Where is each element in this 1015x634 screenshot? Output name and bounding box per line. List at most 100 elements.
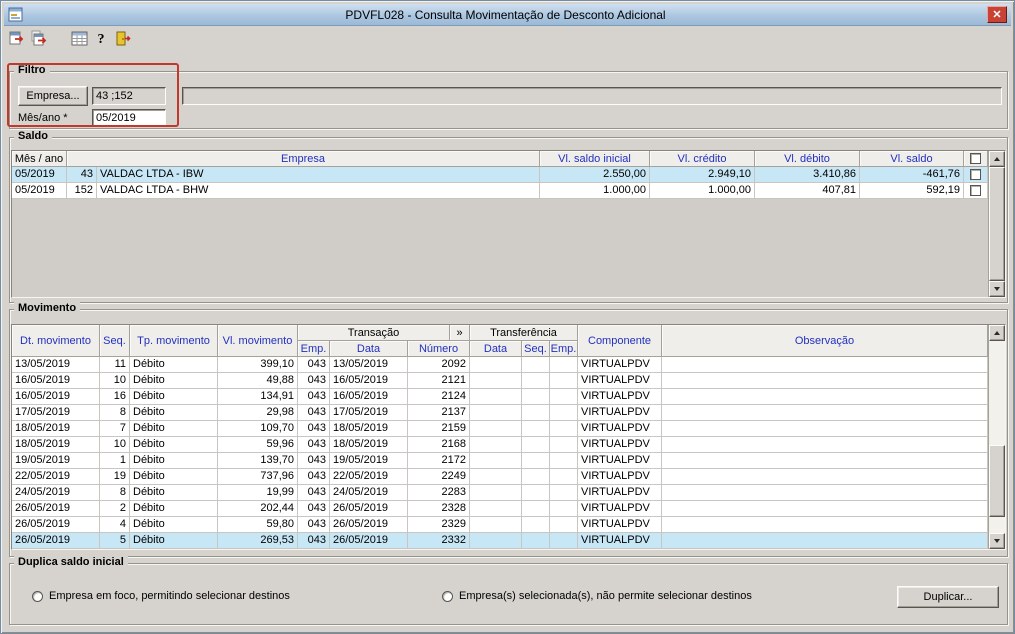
col-header-observacao[interactable]: Observação xyxy=(662,325,988,357)
col-header-saldo-inicial[interactable]: Vl. saldo inicial xyxy=(540,151,650,167)
cell-componente: VIRTUALPDV xyxy=(578,405,662,421)
toolbar-button-exit[interactable] xyxy=(112,29,134,51)
cell-observacao xyxy=(662,517,988,533)
close-button[interactable]: ✕ xyxy=(987,6,1007,23)
movimento-row[interactable]: 26/05/2019 4 Débito 59,80 043 26/05/2019… xyxy=(12,517,988,533)
empresa-descricao-field[interactable] xyxy=(182,87,1002,105)
cell-observacao xyxy=(662,533,988,549)
cell-transacao-emp: 043 xyxy=(298,437,330,453)
cell-tp-movimento: Débito xyxy=(130,533,218,549)
movimento-row[interactable]: 17/05/2019 8 Débito 29,98 043 17/05/2019… xyxy=(12,405,988,421)
movimento-row[interactable]: 19/05/2019 1 Débito 139,70 043 19/05/201… xyxy=(12,453,988,469)
cell-transacao-data: 24/05/2019 xyxy=(330,485,408,501)
cell-tp-movimento: Débito xyxy=(130,405,218,421)
movimento-scrollbar[interactable] xyxy=(988,325,1005,549)
row-checkbox[interactable] xyxy=(970,185,981,196)
duplica-legend: Duplica saldo inicial xyxy=(14,556,128,569)
title-bar[interactable]: PDVFL028 - Consulta Movimentação de Desc… xyxy=(4,4,1011,26)
cell-transferencia-seq xyxy=(522,389,550,405)
cell-observacao xyxy=(662,485,988,501)
select-all-checkbox[interactable] xyxy=(970,153,981,164)
toolbar-button-help[interactable]: ? xyxy=(90,29,112,51)
cell-tp-movimento: Débito xyxy=(130,421,218,437)
col-header-transferencia-seq[interactable]: Seq. xyxy=(522,341,550,357)
col-header-transacao-data[interactable]: Data xyxy=(330,341,408,357)
toolbar-button-transfer[interactable] xyxy=(6,29,28,51)
col-header-debito[interactable]: Vl. débito xyxy=(755,151,860,167)
saldo-scroll-down-button[interactable] xyxy=(989,281,1005,297)
saldo-row[interactable]: 05/2019 43 VALDAC LTDA - IBW 2.550,00 2.… xyxy=(12,167,988,183)
movimento-scroll-down-button[interactable] xyxy=(989,533,1005,549)
movimento-row[interactable]: 18/05/2019 7 Débito 109,70 043 18/05/201… xyxy=(12,421,988,437)
movimento-row[interactable]: 24/05/2019 8 Débito 19,99 043 24/05/2019… xyxy=(12,485,988,501)
cell-transacao-emp: 043 xyxy=(298,421,330,437)
cell-transferencia-seq xyxy=(522,469,550,485)
movimento-row[interactable]: 26/05/2019 2 Débito 202,44 043 26/05/201… xyxy=(12,501,988,517)
cell-transacao-data: 17/05/2019 xyxy=(330,405,408,421)
cell-dt-movimento: 26/05/2019 xyxy=(12,533,100,549)
movimento-row[interactable]: 26/05/2019 5 Débito 269,53 043 26/05/201… xyxy=(12,533,988,549)
radio-option-empresas-selecionadas[interactable]: Empresa(s) selecionada(s), não permite s… xyxy=(442,590,752,602)
col-header-dt-movimento[interactable]: Dt. movimento xyxy=(12,325,100,357)
saldo-scrollbar[interactable] xyxy=(988,151,1005,297)
col-header-transferencia-emp[interactable]: Emp. xyxy=(550,341,578,357)
col-header-empresa[interactable]: Empresa xyxy=(67,151,540,167)
cell-transferencia-data xyxy=(470,485,522,501)
empresa-button[interactable]: Empresa... xyxy=(18,86,88,106)
toolbar-button-transfer-all[interactable] xyxy=(28,29,50,51)
cell-saldo-inicial: 2.550,00 xyxy=(540,167,650,183)
movimento-row[interactable]: 13/05/2019 11 Débito 399,10 043 13/05/20… xyxy=(12,357,988,373)
radio-icon[interactable] xyxy=(442,590,453,602)
col-header-saldo[interactable]: Vl. saldo xyxy=(860,151,964,167)
saldo-row[interactable]: 05/2019 152 VALDAC LTDA - BHW 1.000,00 1… xyxy=(12,183,988,199)
col-header-transacao-emp[interactable]: Emp. xyxy=(298,341,330,357)
empresa-value-field[interactable]: 43 ;152 xyxy=(92,87,166,105)
col-header-mes-ano[interactable]: Mês / ano xyxy=(12,151,67,167)
movimento-row[interactable]: 18/05/2019 10 Débito 59,96 043 18/05/201… xyxy=(12,437,988,453)
cell-componente: VIRTUALPDV xyxy=(578,517,662,533)
movimento-row[interactable]: 16/05/2019 10 Débito 49,88 043 16/05/201… xyxy=(12,373,988,389)
cell-transferencia-emp xyxy=(550,453,578,469)
col-header-transacao: Transação xyxy=(298,325,450,341)
cell-debito: 3.410,86 xyxy=(755,167,860,183)
saldo-table-empty-area xyxy=(12,199,988,297)
cell-componente: VIRTUALPDV xyxy=(578,533,662,549)
cell-componente: VIRTUALPDV xyxy=(578,501,662,517)
movimento-scroll-thumb[interactable] xyxy=(989,445,1005,517)
movimento-row[interactable]: 22/05/2019 19 Débito 737,96 043 22/05/20… xyxy=(12,469,988,485)
cell-componente: VIRTUALPDV xyxy=(578,389,662,405)
row-checkbox[interactable] xyxy=(970,169,981,180)
saldo-table-header: Mês / ano Empresa Vl. saldo inicial Vl. … xyxy=(12,151,988,167)
saldo-table: Mês / ano Empresa Vl. saldo inicial Vl. … xyxy=(11,150,1006,298)
saldo-scroll-up-button[interactable] xyxy=(989,151,1005,167)
movimento-row[interactable]: 16/05/2019 16 Débito 134,91 043 16/05/20… xyxy=(12,389,988,405)
movimento-scroll-up-button[interactable] xyxy=(989,325,1005,341)
duplicar-button[interactable]: Duplicar... xyxy=(897,586,999,608)
col-header-select-all[interactable] xyxy=(964,151,988,167)
cell-seq: 16 xyxy=(100,389,130,405)
cell-transacao-emp: 043 xyxy=(298,389,330,405)
cell-dt-movimento: 18/05/2019 xyxy=(12,421,100,437)
radio-icon[interactable] xyxy=(32,590,43,602)
col-header-vl-movimento[interactable]: Vl. movimento xyxy=(218,325,298,357)
cell-seq: 11 xyxy=(100,357,130,373)
col-header-transferencia-data[interactable]: Data xyxy=(470,341,522,357)
cell-dt-movimento: 17/05/2019 xyxy=(12,405,100,421)
cell-transferencia-data xyxy=(470,517,522,533)
cell-dt-movimento: 16/05/2019 xyxy=(12,373,100,389)
expand-columns-button[interactable]: » xyxy=(450,325,470,341)
col-header-seq[interactable]: Seq. xyxy=(100,325,130,357)
cell-vl-movimento: 49,88 xyxy=(218,373,298,389)
saldo-scroll-thumb[interactable] xyxy=(989,167,1005,281)
radio-option-empresa-foco[interactable]: Empresa em foco, permitindo selecionar d… xyxy=(32,590,290,602)
col-header-componente[interactable]: Componente xyxy=(578,325,662,357)
saldo-table-main: Mês / ano Empresa Vl. saldo inicial Vl. … xyxy=(12,151,988,297)
mes-ano-input[interactable]: 05/2019 xyxy=(92,109,166,127)
help-icon: ? xyxy=(97,32,105,47)
toolbar-button-grid[interactable] xyxy=(68,29,90,51)
col-header-tp-movimento[interactable]: Tp. movimento xyxy=(130,325,218,357)
col-header-transacao-numero[interactable]: Número xyxy=(408,341,470,357)
cell-observacao xyxy=(662,405,988,421)
cell-transacao-data: 26/05/2019 xyxy=(330,533,408,549)
col-header-credito[interactable]: Vl. crédito xyxy=(650,151,755,167)
